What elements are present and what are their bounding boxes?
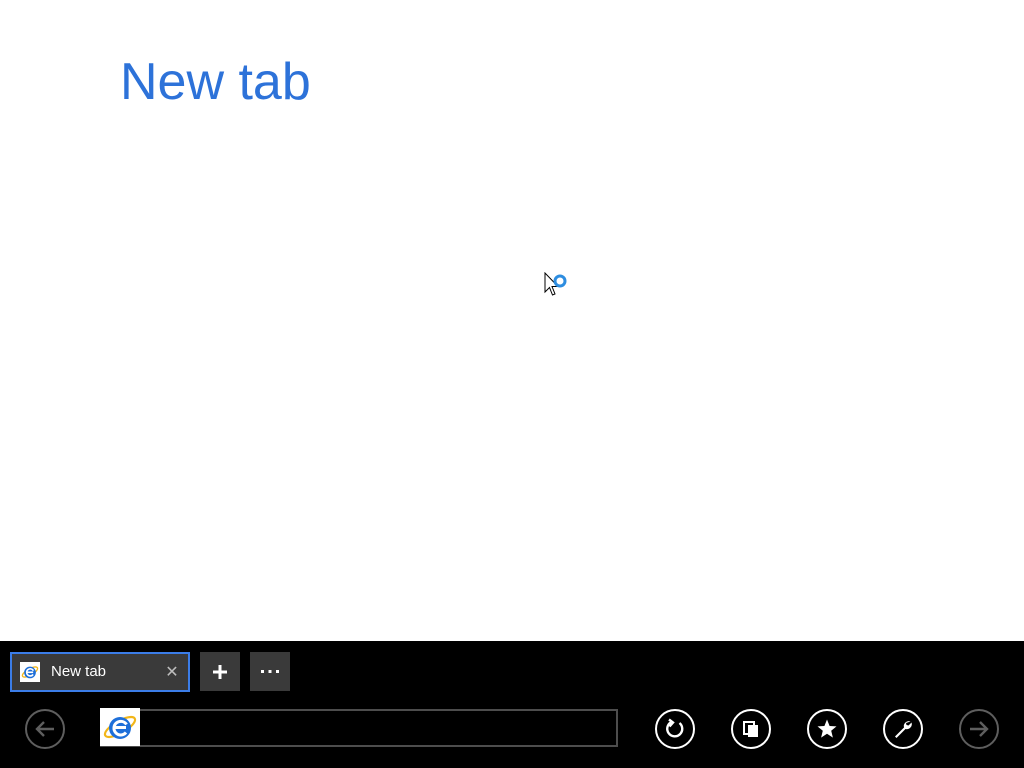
new-tab-button[interactable] <box>200 652 240 691</box>
tab-new-tab[interactable]: New tab ✕ <box>10 651 190 692</box>
ie-icon <box>100 708 140 746</box>
browser-window: New tab New tab ✕ <box>0 0 1024 768</box>
busy-cursor-icon <box>544 272 567 296</box>
tab-tools-button[interactable] <box>250 652 290 691</box>
plus-icon <box>213 664 227 679</box>
pin-button[interactable] <box>731 709 771 749</box>
arrow-right-icon <box>970 721 989 737</box>
arrow-left-icon <box>35 721 54 737</box>
address-input[interactable] <box>140 712 616 744</box>
address-bar[interactable] <box>100 708 618 747</box>
page-title: New tab <box>120 53 311 111</box>
tab-row: New tab ✕ <box>10 651 290 692</box>
ie-icon <box>20 661 40 682</box>
star-icon <box>817 719 837 738</box>
navigation-bar <box>0 707 1024 751</box>
ellipsis-icon <box>261 669 279 673</box>
favorites-button[interactable] <box>807 709 847 749</box>
wrench-icon <box>895 721 912 738</box>
back-button[interactable] <box>25 709 65 749</box>
refresh-icon <box>666 718 684 738</box>
pin-icon <box>743 721 758 737</box>
refresh-button[interactable] <box>655 709 695 749</box>
tools-button[interactable] <box>883 709 923 749</box>
close-tab-icon[interactable]: ✕ <box>162 662 182 682</box>
forward-button[interactable] <box>959 709 999 749</box>
tab-label: New tab <box>51 663 107 680</box>
app-bar: New tab ✕ <box>0 641 1024 768</box>
